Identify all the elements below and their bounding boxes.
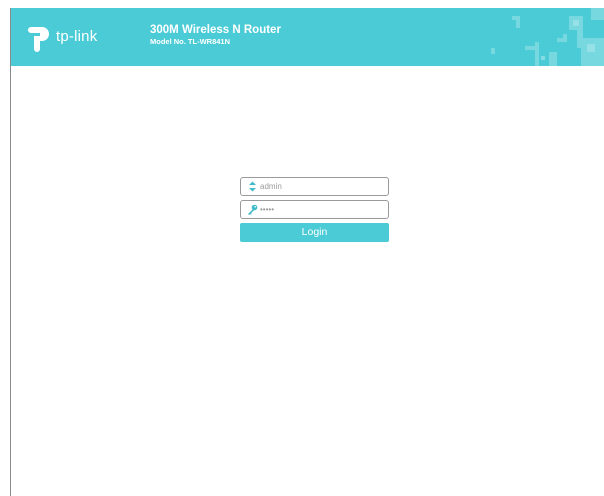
product-info: 300M Wireless N Router Model No. TL-WR84… xyxy=(150,24,281,47)
product-title: 300M Wireless N Router xyxy=(150,24,281,36)
username-input[interactable] xyxy=(260,179,380,193)
key-icon xyxy=(248,204,258,215)
tp-link-logo-icon xyxy=(28,27,49,52)
page: tp-link 300M Wireless N Router Model No.… xyxy=(0,0,604,496)
password-input[interactable] xyxy=(260,202,380,216)
tp-link-logo: tp-link xyxy=(28,24,128,52)
login-form: Login xyxy=(240,177,389,242)
top-strip xyxy=(0,0,604,8)
logo-text: tp-link xyxy=(56,28,98,45)
router-login-frame: tp-link 300M Wireless N Router Model No.… xyxy=(10,8,604,496)
header-bar: tp-link 300M Wireless N Router Model No.… xyxy=(11,8,604,66)
user-icon xyxy=(249,181,256,192)
login-button[interactable]: Login xyxy=(240,223,389,242)
header-pixel-decoration xyxy=(491,8,604,66)
username-field[interactable] xyxy=(240,177,389,196)
product-model: Model No. TL-WR841N xyxy=(150,37,230,46)
password-field[interactable] xyxy=(240,200,389,219)
